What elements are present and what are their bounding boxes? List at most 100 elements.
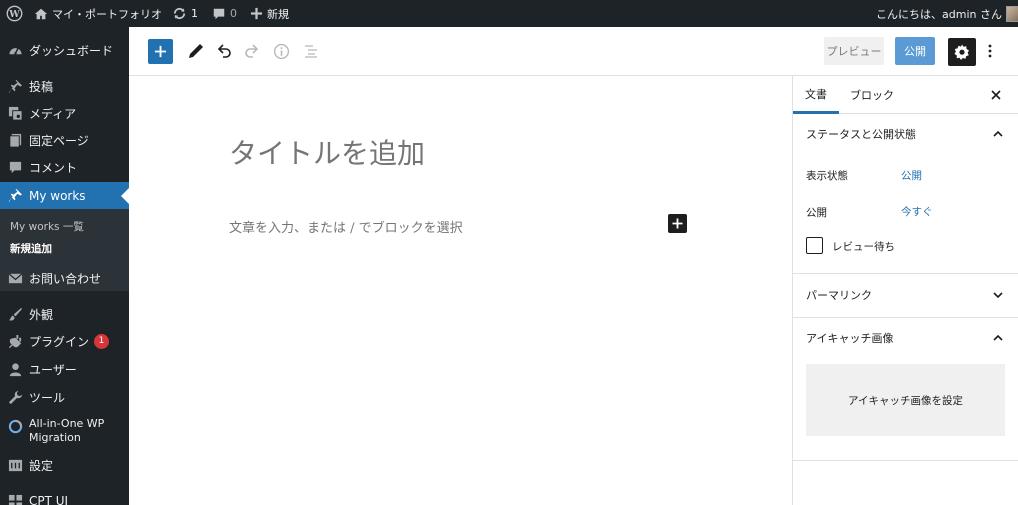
- svg-text:W: W: [8, 9, 20, 20]
- close-icon: [991, 90, 1001, 100]
- brush-icon: [7, 306, 23, 322]
- new-label: 新規: [267, 7, 289, 21]
- tools-button[interactable]: [186, 41, 206, 61]
- home-icon: [34, 7, 48, 21]
- menu-item-comments[interactable]: コメント: [0, 154, 129, 180]
- preview-button[interactable]: プレビュー: [824, 37, 884, 65]
- outline-button[interactable]: [301, 41, 321, 61]
- settings-toggle-button[interactable]: [948, 38, 976, 66]
- section-title: ステータスと公開状態: [806, 128, 916, 141]
- settings-sidebar: 文書 ブロック ステータスと公開状態 表示状態 公開 公開 今すぐ レビュー待ち…: [792, 76, 1018, 505]
- section-title: パーマリンク: [806, 289, 872, 302]
- cpt-icon: [7, 493, 23, 505]
- submenu-item-add-new[interactable]: 新規追加: [10, 241, 52, 256]
- pencil-icon: [189, 44, 203, 58]
- admin-bar: W マイ・ポートフォリオ 1 0 新規 こんにちは、admin さん: [0, 0, 1018, 27]
- menu-label: ダッシュボード: [29, 43, 114, 58]
- panel-divider: [793, 460, 1018, 461]
- page-icon: [7, 132, 23, 148]
- chevron-up-icon: [993, 131, 1003, 137]
- plus-icon: [250, 7, 263, 20]
- gear-icon: [954, 44, 969, 60]
- menu-item-plugins[interactable]: プラグイン 1: [0, 328, 129, 354]
- chevron-up-icon: [993, 335, 1003, 341]
- media-icon: [7, 105, 23, 121]
- mail-icon: [7, 270, 23, 286]
- tab-document[interactable]: 文書: [793, 76, 839, 114]
- new-content-link[interactable]: 新規: [250, 0, 289, 27]
- tab-block[interactable]: ブロック: [850, 76, 894, 114]
- wordpress-logo-icon[interactable]: W: [6, 0, 23, 27]
- visibility-toggle[interactable]: 公開: [901, 168, 922, 183]
- menu-item-all-in-one-wp-migration[interactable]: All-in-One WP Migration: [0, 417, 129, 447]
- section-title: アイキャッチ画像: [806, 332, 894, 345]
- add-block-button[interactable]: [148, 39, 173, 64]
- info-icon: [273, 43, 289, 59]
- menu-item-appearance[interactable]: 外観: [0, 301, 129, 327]
- menu-item-tools[interactable]: ツール: [0, 384, 129, 410]
- post-title-input[interactable]: タイトルを追加: [229, 132, 425, 172]
- menu-item-users[interactable]: ユーザー: [0, 356, 129, 382]
- menu-item-settings[interactable]: 設定: [0, 452, 129, 478]
- pin-icon: [7, 78, 23, 94]
- close-sidebar-button[interactable]: [989, 76, 1003, 114]
- vertical-ellipsis-icon: [988, 44, 992, 58]
- redo-icon: [245, 44, 259, 58]
- menu-label: メディア: [29, 106, 77, 121]
- list-view-icon: [305, 45, 317, 58]
- menu-item-pages[interactable]: 固定ページ: [0, 127, 129, 153]
- plus-icon: [154, 45, 167, 58]
- updates-link[interactable]: 1: [172, 0, 198, 27]
- menu-item-media[interactable]: メディア: [0, 100, 129, 126]
- pin-icon: [7, 188, 23, 204]
- comments-link[interactable]: 0: [212, 0, 237, 27]
- set-featured-image-button[interactable]: アイキャッチ画像を設定: [806, 364, 1005, 436]
- menu-item-dashboard[interactable]: ダッシュボード: [0, 37, 129, 63]
- publish-button[interactable]: 公開: [895, 37, 935, 65]
- editor-canvas: タイトルを追加 文章を入力、または / でブロックを選択: [129, 76, 792, 505]
- sidebar-tabs: 文書 ブロック: [793, 76, 1018, 114]
- menu-item-posts[interactable]: 投稿: [0, 73, 129, 99]
- plugin-icon: [7, 333, 23, 349]
- pending-review-checkbox[interactable]: [806, 237, 823, 254]
- current-menu-arrow: [121, 187, 129, 204]
- more-options-button[interactable]: [983, 41, 997, 61]
- details-button[interactable]: [271, 41, 291, 61]
- my-account-link[interactable]: こんにちは、admin さん: [876, 0, 1018, 27]
- menu-label: 固定ページ: [29, 133, 89, 148]
- site-name: マイ・ポートフォリオ: [52, 7, 162, 21]
- menu-label: My works: [29, 188, 86, 203]
- publish-date-toggle[interactable]: 今すぐ: [901, 204, 933, 219]
- menu-label: ユーザー: [29, 362, 77, 377]
- menu-item-contact[interactable]: お問い合わせ: [0, 265, 129, 291]
- redo-button[interactable]: [242, 41, 262, 61]
- menu-label: 投稿: [29, 79, 54, 94]
- default-block-appender[interactable]: 文章を入力、または / でブロックを選択: [229, 217, 463, 236]
- settings-icon: [7, 457, 23, 473]
- site-name-link[interactable]: マイ・ポートフォリオ: [34, 0, 162, 27]
- wrench-icon: [7, 389, 23, 405]
- menu-label: CPT UI: [29, 494, 69, 505]
- greeting-text: こんにちは、admin さん: [876, 7, 1002, 21]
- menu-label: 設定: [29, 458, 54, 473]
- admin-menu: ダッシュボード 投稿 メディア 固定ページ コメント My works My w…: [0, 27, 129, 505]
- chevron-down-icon: [993, 292, 1003, 298]
- comment-icon: [7, 159, 23, 175]
- status-visibility-panel-toggle[interactable]: ステータスと公開状態: [793, 114, 1018, 154]
- submenu-item-all[interactable]: My works 一覧: [10, 219, 84, 234]
- menu-label: プラグイン: [29, 334, 90, 349]
- undo-button[interactable]: [214, 41, 234, 61]
- permalink-panel-toggle[interactable]: パーマリンク: [793, 274, 1018, 316]
- menu-item-cpt-ui[interactable]: CPT UI: [0, 488, 129, 505]
- menu-item-my-works[interactable]: My works: [0, 182, 129, 209]
- plus-icon: [672, 218, 683, 229]
- updates-count: 1: [191, 7, 198, 20]
- menu-label: お問い合わせ: [29, 271, 102, 286]
- featured-image-panel-toggle[interactable]: アイキャッチ画像: [793, 318, 1018, 358]
- plugin-update-badge: 1: [94, 333, 110, 349]
- wp-admin-screen: W マイ・ポートフォリオ 1 0 新規 こんにちは、admin さん ダッシュボ…: [0, 0, 1018, 505]
- menu-label: All-in-One WP Migration: [29, 417, 105, 444]
- updates-icon: [172, 6, 187, 21]
- inline-add-block-button[interactable]: [668, 214, 687, 233]
- pending-review-label: レビュー待ち: [832, 241, 895, 253]
